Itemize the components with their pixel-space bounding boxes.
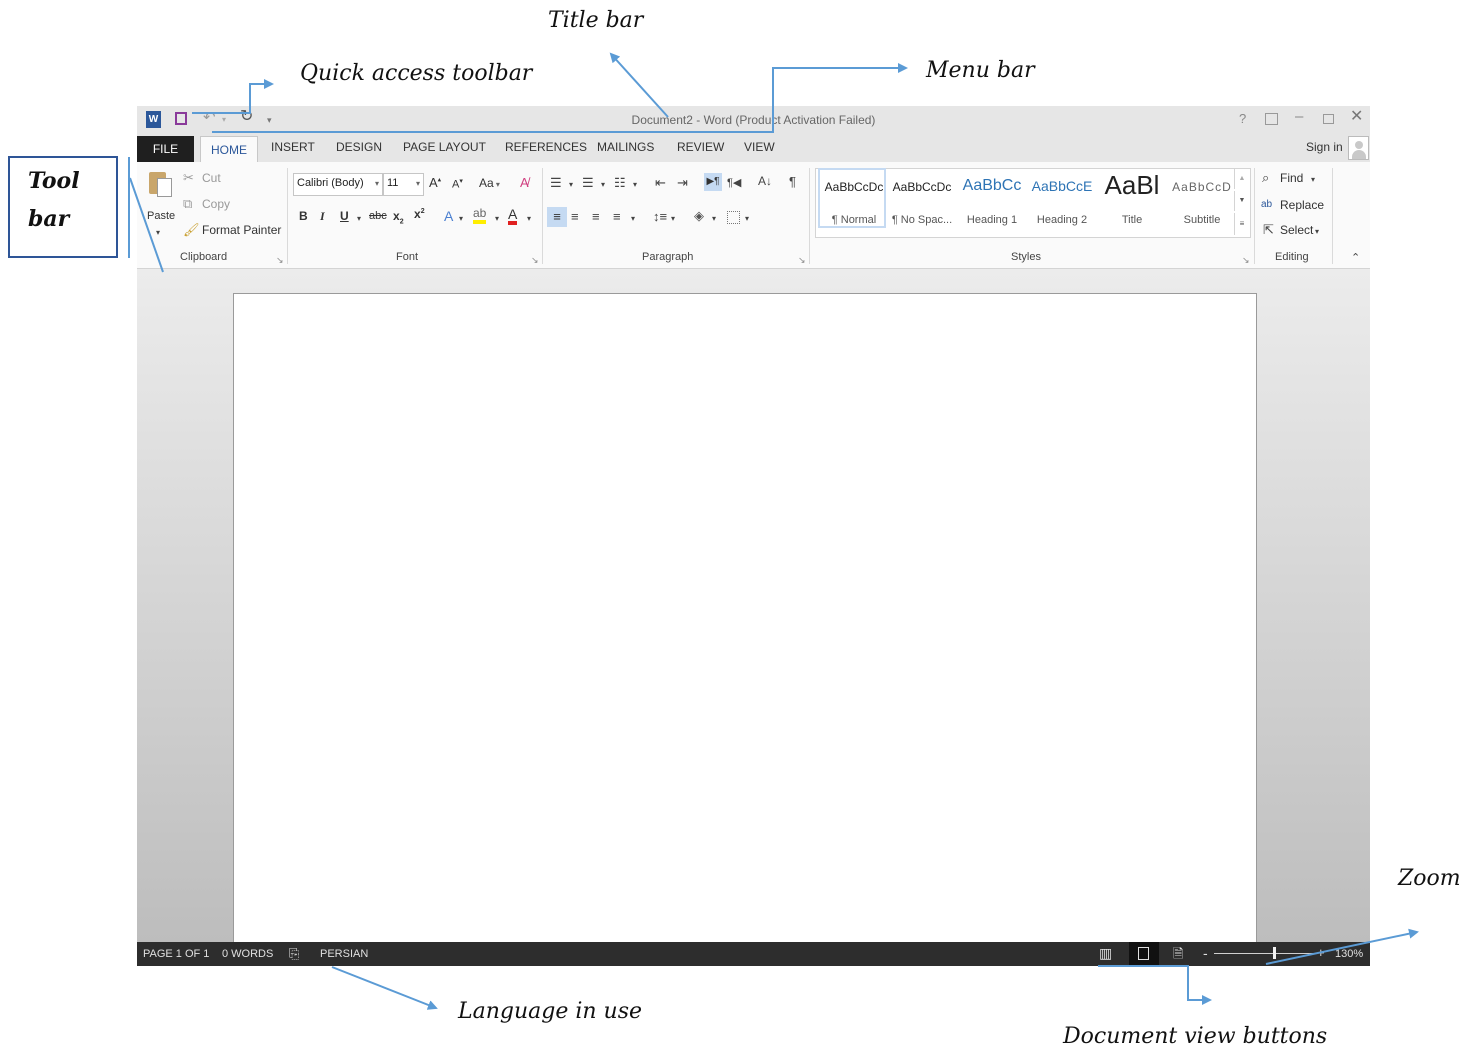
- tool-bar-arrow: [129, 177, 164, 273]
- quick-access-arrow: [192, 79, 274, 114]
- zoom-arrow: [1265, 928, 1419, 965]
- callout-arrows: [128, 52, 1419, 1010]
- menu-bar-arrow: [212, 63, 908, 133]
- language-arrow: [331, 966, 438, 1010]
- title-bar-arrow: [609, 52, 669, 118]
- view-buttons-arrow: [1098, 965, 1212, 1005]
